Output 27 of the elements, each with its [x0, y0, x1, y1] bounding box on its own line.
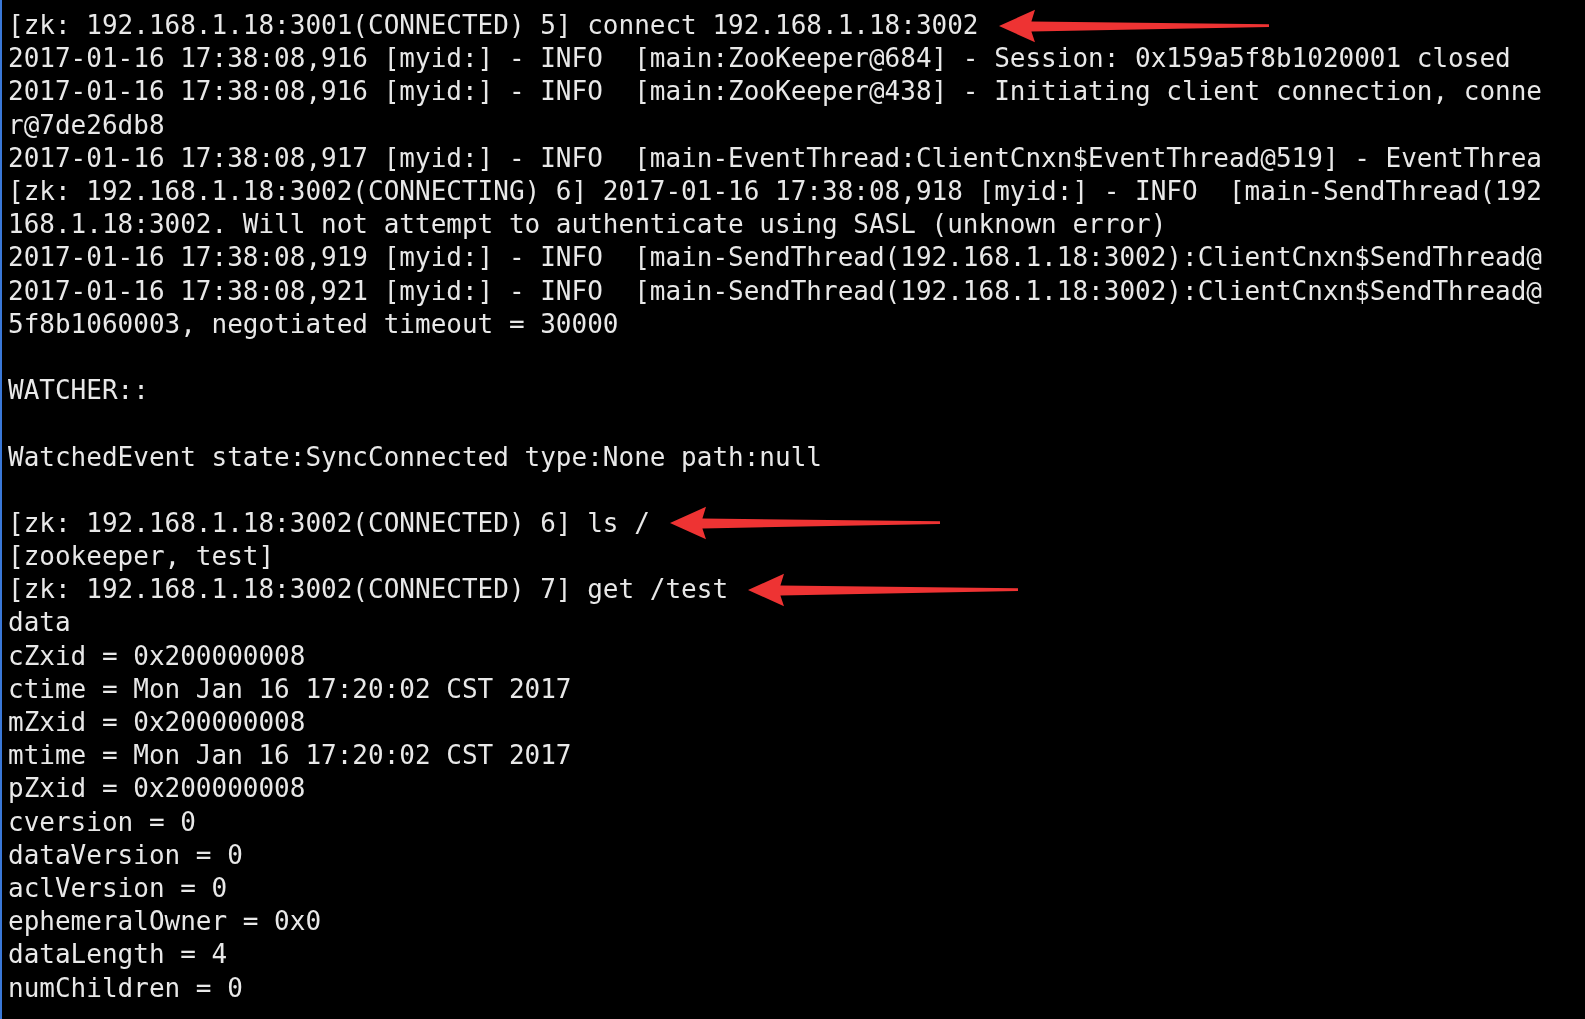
terminal-line: 2017-01-16 17:38:08,916 [myid:] - INFO [main:ZooKeeper@438] - Initiating client connection, conne: [8, 75, 1543, 109]
terminal-line: [zk: 192.168.1.18:3001(CONNECTED) 5] connect 192.168.1.18:3002: [8, 9, 979, 43]
terminal-line: [zk: 192.168.1.18:3002(CONNECTED) 7] get /test: [8, 573, 729, 607]
terminal-line: [zookeeper, test]: [8, 540, 275, 574]
terminal-line: ephemeralOwner = 0x0: [8, 905, 322, 939]
terminal-line: WATCHER::: [8, 374, 149, 408]
terminal-line: data: [8, 606, 71, 640]
terminal-line: numChildren = 0: [8, 971, 243, 1005]
terminal-line: pZxid = 0x200000008: [8, 772, 306, 806]
terminal-line: cZxid = 0x200000008: [8, 639, 306, 673]
terminal-line: ctime = Mon Jan 16 17:20:02 CST 2017: [8, 672, 572, 706]
terminal-line: cversion = 0: [8, 805, 196, 839]
terminal-line: [zk: 192.168.1.18:3002(CONNECTED) 6] ls /: [8, 506, 650, 540]
terminal-line: 2017-01-16 17:38:08,917 [myid:] - INFO [main-EventThread:ClientCnxn$EventThread@519] - EventThrea: [8, 141, 1543, 175]
terminal-line: r@7de26db8: [8, 108, 165, 142]
terminal-line: 2017-01-16 17:38:08,921 [myid:] - INFO [main-SendThread(192.168.1.18:3002):ClientCnxn$SendThread@: [8, 274, 1543, 308]
terminal-line: 5f8b1060003, negotiated timeout = 30000: [8, 307, 619, 341]
terminal-line: WatchedEvent state:SyncConnected type:None path:null: [8, 440, 822, 474]
terminal-line: 168.1.18:3002. Will not attempt to authenticate using SASL (unknown error): [8, 208, 1167, 242]
terminal-line: dataLength = 4: [8, 938, 228, 972]
terminal-line: aclVersion = 0: [8, 871, 228, 905]
terminal-line: 2017-01-16 17:38:08,919 [myid:] - INFO [main-SendThread(192.168.1.18:3002):ClientCnxn$SendThread@: [8, 241, 1543, 275]
terminal-line: mtime = Mon Jan 16 17:20:02 CST 2017: [8, 739, 572, 773]
terminal-line: [zk: 192.168.1.18:3002(CONNECTING) 6] 2017-01-16 17:38:08,918 [myid:] - INFO [main-SendThread(192: [8, 175, 1543, 209]
terminal-line: mZxid = 0x200000008: [8, 706, 306, 740]
terminal-line: dataVersion = 0: [8, 838, 243, 872]
terminal-line: 2017-01-16 17:38:08,916 [myid:] - INFO [main:ZooKeeper@684] - Session: 0x159a5f8b1020001 closed: [8, 42, 1511, 76]
